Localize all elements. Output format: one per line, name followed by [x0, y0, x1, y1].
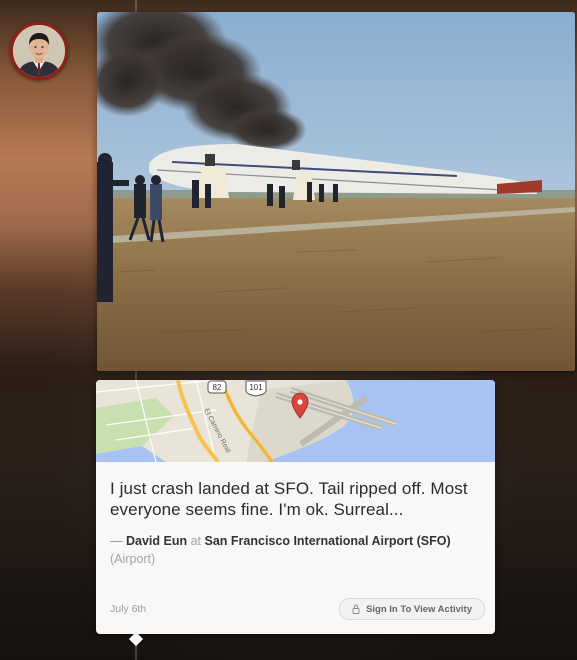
sign-in-activity-button[interactable]: Sign In To View Activity — [339, 598, 485, 620]
card-connector — [128, 631, 144, 647]
checkin-card[interactable]: 82 101 El Camino Real I just crash lande… — [96, 380, 495, 634]
lock-icon — [352, 604, 360, 614]
route-shield-82-label: 82 — [213, 383, 222, 392]
avatar-portrait — [13, 25, 65, 77]
photo-card[interactable] — [97, 12, 575, 371]
attribution: — David Eun at San Francisco Internation… — [110, 532, 481, 568]
attribution-dash: — — [110, 534, 126, 548]
sign-in-activity-label: Sign In To View Activity — [366, 603, 472, 615]
post-date: July 6th — [110, 603, 147, 615]
post-body: I just crash landed at SFO. Tail ripped … — [96, 462, 495, 568]
location-map[interactable]: 82 101 El Camino Real — [96, 380, 495, 462]
timeline-page: 82 101 El Camino Real I just crash lande… — [0, 0, 577, 660]
crash-photo — [97, 12, 575, 371]
author-link[interactable]: David Eun — [126, 534, 187, 548]
post-footer: July 6th Sign In To View Activity — [110, 598, 485, 620]
place-type: (Airport) — [110, 552, 156, 566]
at-word: at — [190, 534, 202, 548]
route-shield-101-label: 101 — [249, 383, 263, 392]
place-link[interactable]: San Francisco International Airport (SFO… — [205, 534, 451, 548]
post-text: I just crash landed at SFO. Tail ripped … — [110, 479, 468, 519]
avatar[interactable] — [10, 22, 68, 80]
map-graphic: 82 101 El Camino Real — [96, 380, 495, 462]
